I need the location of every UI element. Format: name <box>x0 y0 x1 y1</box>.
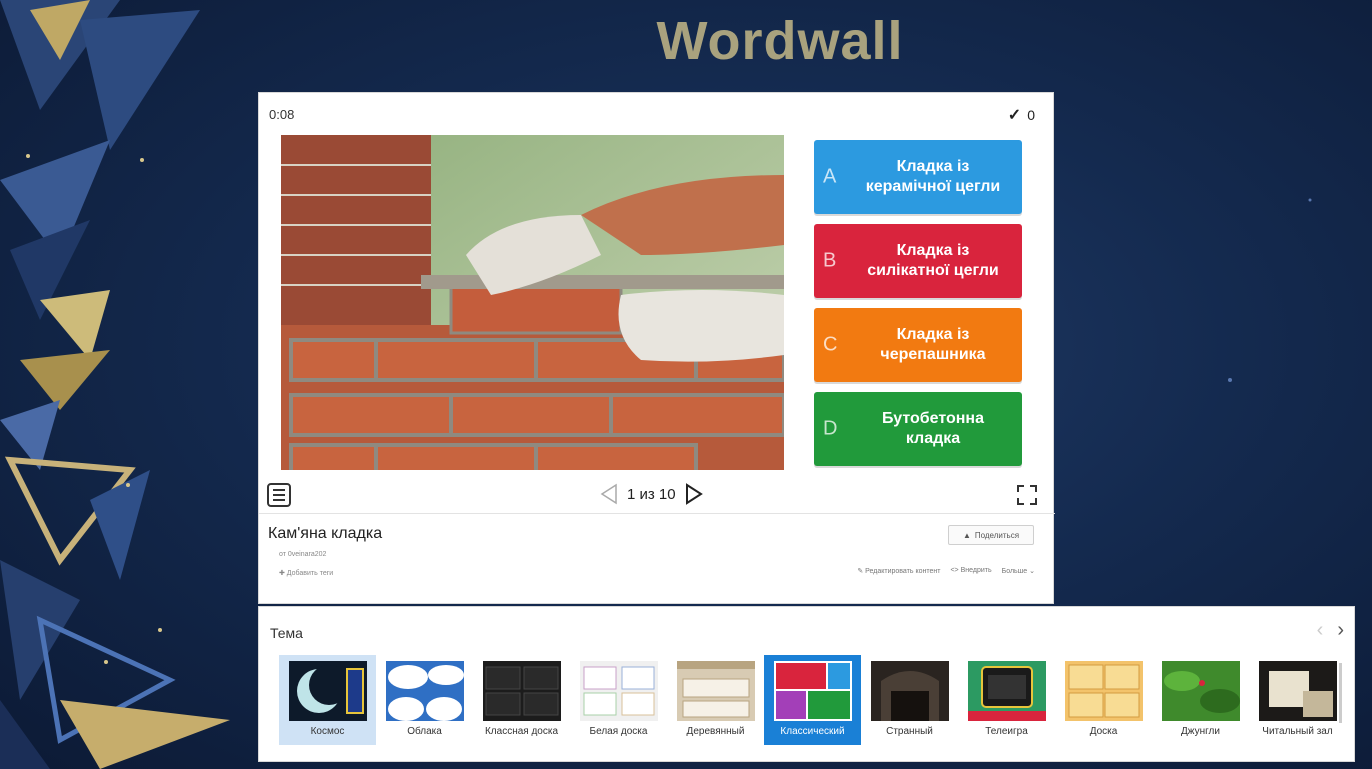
answer-text: Кладка із керамічної цегли <box>865 158 1001 195</box>
theme-reading-room[interactable]: Читальный зал <box>1249 655 1346 745</box>
theme-jungle[interactable]: Джунгли <box>1152 655 1249 745</box>
prev-arrow-icon[interactable] <box>599 483 619 505</box>
answer-option-a[interactable]: A Кладка із керамічної цегли <box>814 140 1022 214</box>
theme-label: Телеигра <box>985 726 1028 737</box>
activity-actions: ✎ Редактировать контент <> Внедрить Боль… <box>857 567 1035 575</box>
embed-link[interactable]: <> Внедрить <box>950 567 991 575</box>
share-label: Поделиться <box>974 530 1020 540</box>
pager-text: 1 из 10 <box>627 485 676 503</box>
pager: 1 из 10 <box>599 481 704 507</box>
theme-label: Космос <box>310 726 345 737</box>
user-icon: ▲ <box>962 530 971 540</box>
decorative-glow-right <box>1228 198 1312 382</box>
decorative-triangles-left <box>0 0 230 769</box>
answer-option-d[interactable]: D Бутобетонна кладка <box>814 392 1022 466</box>
theme-thumbnail <box>773 661 852 721</box>
theme-thumbnail <box>482 661 561 721</box>
timer: 0:08 <box>269 107 295 122</box>
theme-strange[interactable]: Странный <box>861 655 958 745</box>
theme-label: Доска <box>1089 726 1118 737</box>
checkmark-icon: ✓ <box>1007 107 1022 124</box>
theme-label: Читальный зал <box>1262 726 1333 737</box>
theme-picker: Тема ‹ › Космос Облака Классная доска Бе… <box>258 606 1355 762</box>
activity-title: Кам'яна кладка <box>268 525 383 542</box>
next-arrow-icon[interactable] <box>684 483 704 505</box>
theme-thumbnail <box>385 661 464 721</box>
theme-whiteboard[interactable]: Белая доска <box>570 655 667 745</box>
menu-icon[interactable] <box>267 483 291 507</box>
theme-classic[interactable]: Классический <box>764 655 861 745</box>
share-button[interactable]: ▲ Поделиться <box>948 525 1034 545</box>
theme-wooden[interactable]: Деревянный <box>667 655 764 745</box>
author-text[interactable]: от 0veinara202 <box>279 551 326 558</box>
theme-thumbnail <box>967 661 1046 721</box>
slide-title: Wordwall <box>656 11 904 71</box>
question-image <box>281 135 784 470</box>
theme-thumbnail <box>676 661 755 721</box>
answer-text: Кладка із черепашника <box>880 326 986 363</box>
more-menu[interactable]: Больше ⌄ <box>1002 567 1035 575</box>
theme-label: Деревянный <box>686 726 745 737</box>
theme-label: Джунгли <box>1181 726 1220 737</box>
theme-tv-game[interactable]: Телеигра <box>958 655 1055 745</box>
theme-board[interactable]: Доска <box>1055 655 1152 745</box>
theme-label: Облака <box>407 726 442 737</box>
score-value: 0 <box>1027 107 1035 123</box>
theme-thumbnail <box>870 661 949 721</box>
theme-thumbnail <box>1064 661 1143 721</box>
chevron-right-icon[interactable]: › <box>1337 619 1344 642</box>
theme-label: Классический <box>780 726 845 737</box>
brick-laying-photo <box>281 135 784 470</box>
theme-label: Странный <box>886 726 933 737</box>
theme-nav: ‹ › <box>1317 619 1344 642</box>
answer-options: A Кладка із керамічної цегли B Кладка із… <box>814 140 1022 476</box>
theme-oblaka[interactable]: Облака <box>376 655 473 745</box>
theme-label: Белая доска <box>589 726 648 737</box>
score: ✓ 0 <box>1008 105 1035 125</box>
theme-thumbnail <box>1258 661 1337 721</box>
edit-content-link[interactable]: ✎ Редактировать контент <box>857 567 940 575</box>
theme-classroom-board[interactable]: Классная доска <box>473 655 570 745</box>
theme-thumbnail <box>288 661 367 721</box>
theme-kosmos[interactable]: Космос <box>279 655 376 745</box>
answer-option-c[interactable]: C Кладка із черепашника <box>814 308 1022 382</box>
scrollbar[interactable] <box>1339 663 1342 723</box>
fullscreen-icon[interactable] <box>1015 483 1039 507</box>
theme-thumbnail <box>579 661 658 721</box>
answer-letter: A <box>823 165 837 188</box>
answer-letter: C <box>823 333 838 356</box>
answer-letter: B <box>823 249 837 272</box>
quiz-activity-panel: 0:08 ✓ 0 A Кладка із керамічної цегли B … <box>258 92 1055 604</box>
theme-thumbnail <box>1161 661 1240 721</box>
divider <box>259 513 1055 514</box>
answer-text: Кладка із силікатної цегли <box>867 242 999 279</box>
answer-text: Бутобетонна кладка <box>882 410 984 447</box>
theme-label: Классная доска <box>484 726 559 737</box>
answer-letter: D <box>823 417 838 440</box>
add-tags-link[interactable]: ✚ Добавить теги <box>279 569 339 579</box>
chevron-left-icon[interactable]: ‹ <box>1317 619 1324 642</box>
answer-option-b[interactable]: B Кладка із силікатної цегли <box>814 224 1022 298</box>
theme-picker-title: Тема <box>270 625 303 641</box>
theme-list: Космос Облака Классная доска Белая доска… <box>279 655 1346 745</box>
